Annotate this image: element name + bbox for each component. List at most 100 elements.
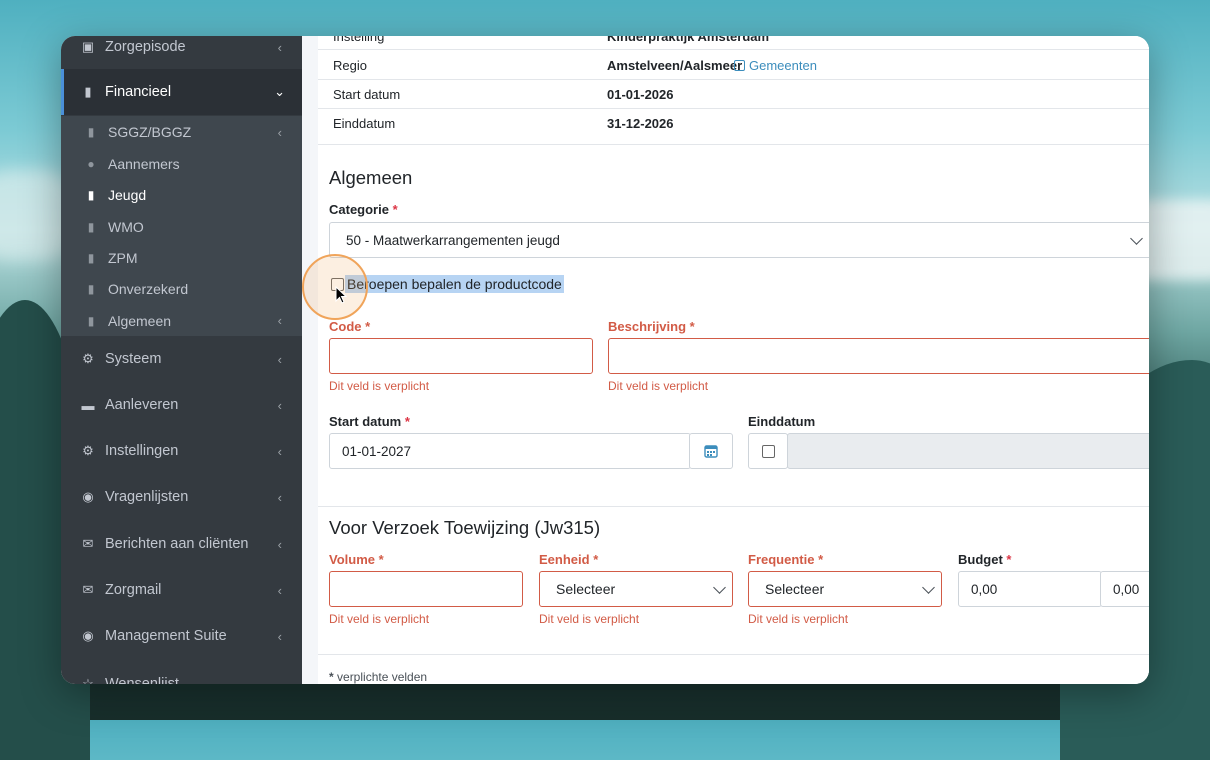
chevron-left-icon: ‹ bbox=[277, 124, 282, 140]
budget-input-2[interactable]: 0,00 bbox=[1100, 571, 1149, 607]
book-icon: ▮ bbox=[87, 250, 95, 265]
categorie-select[interactable]: 50 - Maatwerkarrangementen jeugd bbox=[329, 222, 1149, 258]
sidebar-subitem-sggz[interactable]: ▮ SGGZ/BGGZ ‹ bbox=[61, 116, 302, 148]
required-mark: * bbox=[593, 552, 599, 567]
app-window: ▣ Zorgepisode ‹ ▮ Financieel ⌄ ▮ SGGZ/BG… bbox=[61, 36, 1149, 684]
medkit-icon: ▣ bbox=[81, 39, 95, 54]
divider bbox=[318, 79, 1149, 80]
cogs-icon: ⚙ bbox=[82, 351, 94, 366]
sidebar-subitem-algemeen[interactable]: ▮ Algemeen ‹ bbox=[61, 305, 302, 336]
sidebar-item-financieel[interactable]: ▮ Financieel ⌄ bbox=[61, 69, 305, 115]
book-icon: ▮ bbox=[84, 84, 92, 99]
volume-input[interactable] bbox=[329, 571, 523, 607]
beschrijving-label: Beschrijving * bbox=[608, 319, 695, 334]
gemeenten-link[interactable]: Gemeenten bbox=[734, 58, 817, 73]
chevron-down-icon bbox=[713, 581, 726, 594]
divider bbox=[318, 654, 1149, 655]
section-title-algemeen: Algemeen bbox=[329, 167, 413, 188]
gemeenten-link-label: Gemeenten bbox=[749, 58, 817, 73]
chevron-left-icon: ‹ bbox=[277, 628, 282, 644]
sidebar-subitem-label: WMO bbox=[108, 218, 144, 235]
required-mark: * bbox=[329, 670, 334, 684]
start-datum-input[interactable]: 01-01-2027 bbox=[329, 433, 691, 469]
sidebar: ▣ Zorgepisode ‹ ▮ Financieel ⌄ ▮ SGGZ/BG… bbox=[61, 36, 305, 684]
eenheid-select[interactable]: Selecteer bbox=[539, 571, 733, 607]
chevron-down-icon: ⌄ bbox=[274, 84, 285, 99]
sidebar-subitem-onverzekerd[interactable]: ▮ Onverzekerd bbox=[61, 273, 302, 305]
code-label: Code * bbox=[329, 319, 370, 334]
categorie-select-value: 50 - Maatwerkarrangementen jeugd bbox=[346, 232, 560, 248]
sidebar-subitem-wmo[interactable]: ▮ WMO bbox=[61, 211, 302, 242]
beschrijving-error: Dit veld is verplicht bbox=[608, 379, 709, 393]
einddatum-value: 31-12-2026 bbox=[607, 116, 674, 131]
sidebar-subitem-jeugd[interactable]: ▮ Jeugd bbox=[61, 179, 302, 211]
frequentie-select[interactable]: Selecteer bbox=[748, 571, 942, 607]
book-icon: ▮ bbox=[87, 219, 95, 234]
volume-label: Volume * bbox=[329, 552, 384, 567]
gear-icon: ⚙ bbox=[82, 443, 94, 458]
book-icon: ▮ bbox=[87, 313, 95, 328]
eenheid-label-text: Eenheid bbox=[539, 552, 590, 567]
budget-label: Budget * bbox=[958, 552, 1011, 567]
eenheid-select-value: Selecteer bbox=[556, 581, 616, 597]
chevron-down-icon bbox=[1130, 232, 1143, 245]
sidebar-subitem-zpm[interactable]: ▮ ZPM bbox=[61, 242, 302, 273]
volume-label-text: Volume bbox=[329, 552, 375, 567]
sidebar-item-zorgmail[interactable]: ✉ Zorgmail ‹ bbox=[61, 572, 302, 608]
eenheid-label: Eenheid * bbox=[539, 552, 598, 567]
start-datum-input-value: 01-01-2027 bbox=[342, 443, 412, 459]
start-datum-field-label-text: Start datum bbox=[329, 414, 402, 429]
sidebar-subitem-aannemers[interactable]: ● Aannemers bbox=[61, 148, 302, 179]
globe-icon: ◉ bbox=[82, 489, 94, 504]
sidebar-item-instellingen[interactable]: ⚙ Instellingen ‹ bbox=[61, 433, 302, 469]
sidebar-item-aanleveren[interactable]: ▬ Aanleveren ‹ bbox=[61, 387, 302, 423]
sidebar-item-label: Management Suite bbox=[105, 628, 227, 644]
sidebar-subitem-label: SGGZ/BGGZ bbox=[108, 124, 192, 140]
required-fields-note: * verplichte velden bbox=[329, 670, 427, 684]
code-error: Dit veld is verplicht bbox=[329, 379, 430, 393]
sidebar-item-label: Instellingen bbox=[105, 443, 179, 459]
book-icon: ▮ bbox=[87, 125, 95, 139]
beroepen-checkbox-label[interactable]: Beroepen bepalen de productcode bbox=[345, 275, 564, 293]
einddatum-input bbox=[787, 433, 1149, 469]
einddatum-field-label: Einddatum bbox=[748, 414, 816, 429]
frequentie-select-value: Selecteer bbox=[765, 581, 825, 597]
sidebar-item-label: Aanleveren bbox=[105, 397, 179, 413]
einddatum-toggle[interactable] bbox=[748, 433, 788, 469]
beschrijving-label-text: Beschrijving bbox=[608, 319, 687, 334]
instelling-label: Instelling bbox=[333, 36, 385, 44]
star-icon: ☆ bbox=[82, 676, 94, 684]
divider bbox=[318, 506, 1149, 507]
chevron-left-icon: ‹ bbox=[277, 351, 282, 367]
sidebar-item-systeem[interactable]: ⚙ Systeem ‹ bbox=[61, 341, 302, 377]
chevron-left-icon: ‹ bbox=[277, 489, 282, 505]
required-mark: * bbox=[818, 552, 824, 567]
sidebar-item-wensenlijst[interactable]: ☆ Wensenlijst bbox=[61, 672, 302, 684]
divider bbox=[318, 144, 1149, 145]
instelling-value: Kinderpraktijk Amsterdam bbox=[607, 36, 770, 44]
sidebar-item-zorgepisode[interactable]: ▣ Zorgepisode ‹ bbox=[61, 36, 302, 58]
sidebar-item-label: Zorgmail bbox=[105, 582, 162, 598]
sidebar-item-vragenlijsten[interactable]: ◉ Vragenlijsten ‹ bbox=[61, 479, 302, 515]
calendar-button[interactable] bbox=[689, 433, 733, 469]
form-card: Instelling Kinderpraktijk Amsterdam Regi… bbox=[318, 36, 1149, 684]
chevron-left-icon: ‹ bbox=[277, 582, 282, 598]
sidebar-subitem-label: Algemeen bbox=[108, 312, 172, 329]
sidebar-item-label: Systeem bbox=[105, 351, 162, 367]
sidebar-item-management-suite[interactable]: ◉ Management Suite ‹ bbox=[61, 618, 302, 654]
budget-input[interactable]: 0,00 bbox=[958, 571, 1102, 607]
einddatum-checkbox[interactable] bbox=[761, 444, 775, 458]
budget-input-value: 0,00 bbox=[971, 581, 998, 597]
sidebar-item-berichten[interactable]: ✉ Berichten aan cliënten ‹ bbox=[61, 526, 302, 562]
beschrijving-input[interactable] bbox=[608, 338, 1149, 374]
main-content: Instelling Kinderpraktijk Amsterdam Regi… bbox=[302, 36, 1149, 684]
chevron-left-icon: ‹ bbox=[277, 536, 282, 552]
code-input[interactable] bbox=[329, 338, 593, 374]
required-mark: * bbox=[404, 414, 410, 429]
eenheid-error: Dit veld is verplicht bbox=[539, 612, 640, 626]
users-icon: ● bbox=[87, 156, 95, 171]
mouse-cursor-icon bbox=[335, 286, 347, 304]
copy-icon bbox=[734, 60, 745, 71]
sidebar-item-label: Wensenlijst bbox=[105, 676, 179, 684]
book-icon: ▮ bbox=[87, 188, 95, 202]
